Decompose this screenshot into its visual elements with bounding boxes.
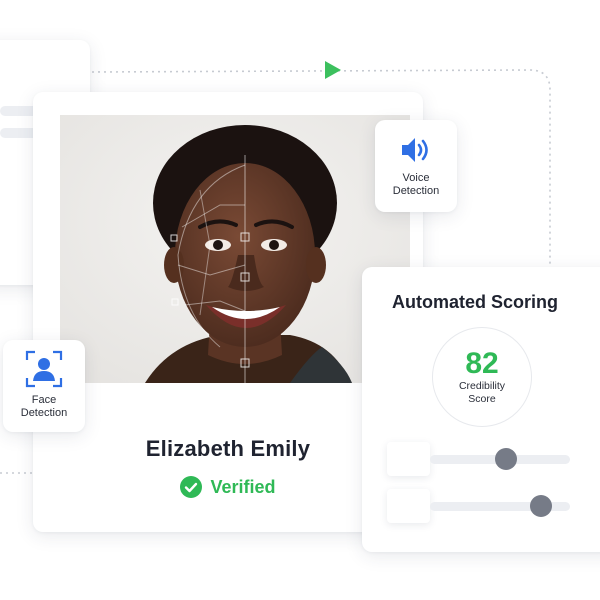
verification-illustration: Elizabeth Emily Verified Voice Detection — [0, 0, 600, 600]
scoring-title: Automated Scoring — [392, 292, 559, 312]
slider-knob[interactable] — [495, 448, 518, 470]
credibility-score-value: 82 — [465, 347, 499, 380]
verified-label: Verified — [210, 476, 276, 497]
check-circle-icon — [180, 476, 203, 498]
voice-detection-label-line2: Detection — [392, 185, 440, 197]
profile-photo — [60, 115, 410, 383]
credibility-score-label-line1: Credibility — [458, 380, 506, 392]
speaker-icon — [402, 138, 428, 162]
face-detection-label-line1: Face — [31, 394, 57, 406]
credibility-score-label-line2: Score — [468, 393, 496, 405]
face-detection-card: Face Detection — [3, 340, 85, 432]
flow-arrow-icon — [325, 61, 341, 79]
voice-detection-card: Voice Detection — [375, 120, 457, 212]
automated-scoring-card: Automated Scoring 82 Credibility Score — [362, 267, 600, 552]
voice-detection-label-line1: Voice — [402, 172, 430, 184]
slider-knob[interactable] — [529, 495, 552, 517]
person-scan-icon — [25, 350, 63, 388]
credibility-score-circle: 82 Credibility Score — [432, 327, 532, 427]
slider-label-box — [387, 489, 430, 523]
face-detection-label-line2: Detection — [20, 407, 68, 419]
score-slider-2[interactable] — [387, 489, 577, 523]
face-portrait-image — [60, 115, 410, 383]
slider-label-box — [387, 442, 430, 476]
score-slider-1[interactable] — [387, 442, 577, 476]
